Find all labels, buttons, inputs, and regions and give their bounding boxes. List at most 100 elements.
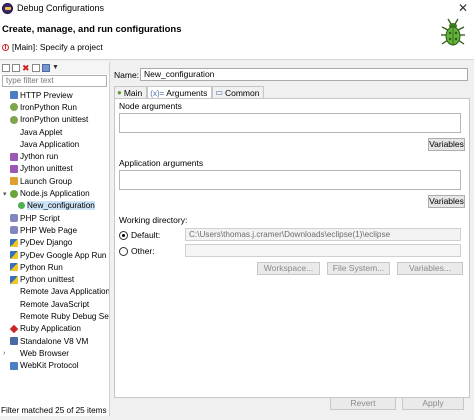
blank-icon <box>10 300 18 308</box>
duplicate-config-icon[interactable] <box>12 64 20 72</box>
tab-main-label: Main <box>123 87 143 98</box>
arguments-tab-icon: (x)= <box>150 88 165 98</box>
config-tree-item[interactable]: Python unittest <box>0 273 109 285</box>
config-tree-item-label: PHP Web Page <box>20 225 78 235</box>
filter-config-icon[interactable] <box>42 64 50 72</box>
pydev-icon <box>10 238 18 247</box>
config-tree-item[interactable]: PHP Script <box>0 212 109 224</box>
file-system-button[interactable]: File System... <box>327 262 390 275</box>
config-tree-item[interactable]: Remote JavaScript <box>0 298 109 310</box>
config-tree-item[interactable]: Standalone V8 VM <box>0 335 109 347</box>
default-label: Default: <box>131 230 161 240</box>
default-radio[interactable] <box>119 230 128 240</box>
config-tree-item-label: Python unittest <box>20 275 75 285</box>
revert-button[interactable]: Revert <box>330 397 396 410</box>
close-window-button[interactable]: ✕ <box>458 1 468 15</box>
config-tree-item-label: Remote Java Application <box>20 287 109 297</box>
config-tree-item-label: Node.js Application <box>20 189 90 199</box>
filter-input[interactable]: type filter text <box>2 75 107 87</box>
launch-group-icon <box>10 177 18 186</box>
config-tree-item[interactable]: Jython run <box>0 150 109 162</box>
php-icon <box>10 214 18 223</box>
nodejs-icon <box>10 189 18 198</box>
header-message: [Main]: Specify a project <box>2 42 103 52</box>
config-tree-item[interactable]: WebKit Protocol <box>0 360 109 372</box>
config-tree-item[interactable]: ▾ Node.js Application <box>0 187 109 199</box>
chevron-right-icon[interactable]: › <box>3 350 10 357</box>
configuration-list-pane: ✖ ▼ type filter text HTTP Preview IronPyt… <box>0 62 110 416</box>
working-dir-variables-button[interactable]: Variables... <box>397 262 463 275</box>
python-icon <box>10 263 18 272</box>
config-tree-item-label: Standalone V8 VM <box>20 336 89 346</box>
config-tree-item[interactable]: PyDev Google App Run <box>0 249 109 261</box>
application-arguments-textarea[interactable] <box>119 170 461 190</box>
blank-icon <box>10 140 18 148</box>
config-tree-item[interactable]: HTTP Preview <box>0 89 109 101</box>
common-tab-icon: ▭ <box>215 88 223 97</box>
config-tree-item[interactable]: New_configuration <box>0 200 109 212</box>
view-menu-chevron-down-icon[interactable]: ▼ <box>52 64 60 72</box>
config-tree-item-label: PHP Script <box>20 213 60 223</box>
other-radio[interactable] <box>119 246 128 256</box>
config-tree-item[interactable]: PHP Web Page <box>0 224 109 236</box>
configuration-tree: HTTP Preview IronPython Run IronPython uni… <box>0 89 109 372</box>
config-tree-item[interactable]: Launch Group <box>0 175 109 187</box>
arguments-tab-panel: Node arguments Variables Application arg… <box>114 98 470 398</box>
node-arguments-textarea[interactable] <box>119 113 461 133</box>
config-toolbar: ✖ ▼ <box>0 62 109 74</box>
blank-icon <box>10 312 18 320</box>
dialog-header: Create, manage, and run configurations [… <box>0 16 474 60</box>
config-tree-item-label: PyDev Google App Run <box>20 250 107 260</box>
config-tree-item[interactable]: › Web Browser <box>0 347 109 359</box>
config-tree-item-label: Web Browser <box>20 348 69 358</box>
other-label: Other: <box>131 246 155 256</box>
config-tree-item-label: PyDev Django <box>20 238 73 248</box>
config-tree-item[interactable]: IronPython unittest <box>0 114 109 126</box>
ruby-icon <box>9 324 19 334</box>
name-row: Name: New_configuration <box>114 68 468 81</box>
other-path-field[interactable] <box>185 244 461 257</box>
config-tree-item-label: Jython unittest <box>20 164 73 174</box>
header-message-text: [Main]: Specify a project <box>12 42 103 52</box>
delete-config-icon[interactable]: ✖ <box>22 64 30 73</box>
config-tree-item[interactable]: Jython unittest <box>0 163 109 175</box>
config-tree-item-label: WebKit Protocol <box>20 361 79 371</box>
config-tree-item[interactable]: PyDev Django <box>0 237 109 249</box>
window-title: Debug Configurations <box>17 3 105 13</box>
config-tree-item[interactable]: IronPython Run <box>0 101 109 113</box>
config-tree-item[interactable]: Python Run <box>0 261 109 273</box>
config-tree-item-label: Remote Ruby Debug Ses <box>20 311 109 321</box>
jython-icon <box>10 164 18 173</box>
error-icon <box>2 43 9 51</box>
python-icon <box>10 275 18 284</box>
app-args-variables-button[interactable]: Variables <box>428 195 465 208</box>
debug-bug-icon <box>441 18 465 46</box>
other-radio-row[interactable]: Other: <box>119 246 155 256</box>
node-args-variables-button[interactable]: Variables <box>428 138 465 151</box>
config-tree-item[interactable]: Remote Ruby Debug Ses <box>0 310 109 322</box>
config-tree-item-label: Launch Group <box>20 176 72 186</box>
config-tree-item-label: Java Applet <box>20 127 63 137</box>
config-tree-item-label: HTTP Preview <box>20 90 73 100</box>
default-radio-row[interactable]: Default: <box>119 230 160 240</box>
window-titlebar: Debug Configurations ✕ <box>0 0 474 16</box>
default-path-field: C:\Users\thomas.j.cramer\Downloads\eclip… <box>185 228 461 241</box>
config-tree-item[interactable]: Java Applet <box>0 126 109 138</box>
blank-icon <box>10 128 18 136</box>
tab-common[interactable]: ▭ Common <box>212 86 265 98</box>
config-tree-item[interactable]: Ruby Application <box>0 323 109 335</box>
nodejs-config-icon <box>18 202 25 210</box>
name-input[interactable]: New_configuration <box>140 68 468 81</box>
tab-main[interactable]: ● Main <box>114 86 148 98</box>
new-config-icon[interactable] <box>2 64 10 72</box>
config-tree-item-label: IronPython unittest <box>20 115 89 125</box>
ironpython-icon <box>10 115 18 124</box>
config-tree-item-label: Python Run <box>20 262 63 272</box>
chevron-down-icon[interactable]: ▾ <box>3 190 10 198</box>
config-tree-item[interactable]: Java Application <box>0 138 109 150</box>
apply-button[interactable]: Apply <box>402 397 464 410</box>
collapse-all-icon[interactable] <box>32 64 40 72</box>
config-tree-item[interactable]: Remote Java Application <box>0 286 109 298</box>
tab-arguments-label: Arguments <box>166 88 208 98</box>
workspace-button[interactable]: Workspace... <box>257 262 320 275</box>
